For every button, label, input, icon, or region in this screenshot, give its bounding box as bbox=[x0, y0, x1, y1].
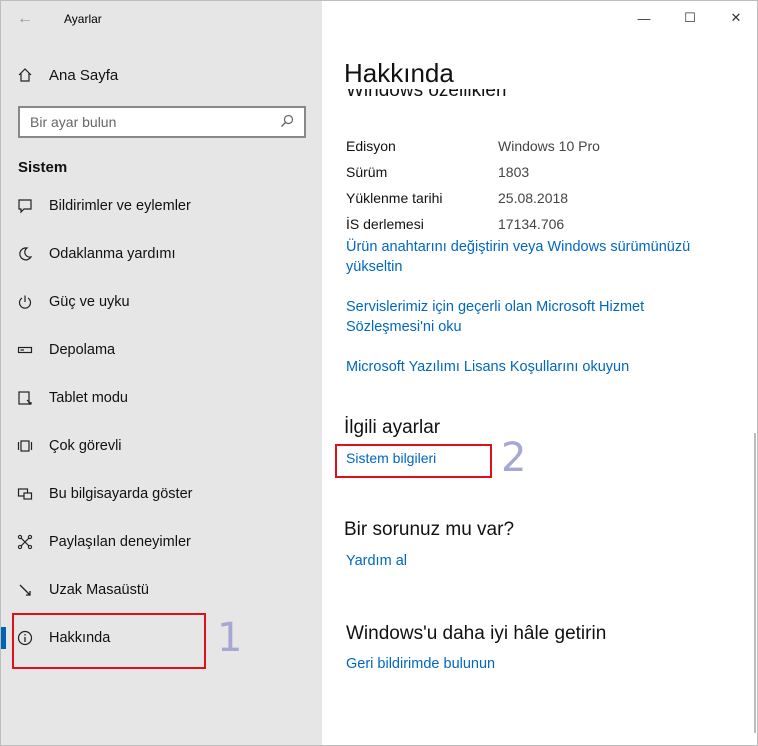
sidebar-item-power[interactable]: Güç ve uyku bbox=[1, 278, 322, 326]
title-bar: ← Ayarlar bbox=[1, 1, 322, 37]
close-icon: ✕ bbox=[730, 10, 742, 25]
sidebar-item-focus-assist[interactable]: Odaklanma yardımı bbox=[1, 230, 322, 278]
nav-list: Bildirimler ve eylemler Odaklanma yardım… bbox=[1, 182, 322, 662]
spec-key: Edisyon bbox=[346, 138, 396, 154]
minimize-button[interactable]: — bbox=[621, 1, 667, 35]
sidebar-item-label: Paylaşılan deneyimler bbox=[49, 534, 191, 550]
share-icon bbox=[1, 534, 49, 550]
main-content: — ☐ ✕ Hakkında Windows özellikleri Edisy… bbox=[322, 1, 757, 745]
spec-key: Yüklenme tarihi bbox=[346, 190, 443, 206]
search-icon bbox=[280, 114, 294, 131]
windows-specs-heading: Windows özellikleri bbox=[346, 89, 746, 109]
spec-row: Sürüm 1803 bbox=[346, 159, 600, 185]
section-title: Sistem bbox=[18, 159, 68, 176]
related-settings-heading: İlgili ayarlar bbox=[344, 417, 441, 438]
give-feedback-link[interactable]: Geri bildirimde bulunun bbox=[346, 654, 495, 674]
sidebar-item-label: Güç ve uyku bbox=[49, 294, 130, 310]
spec-value: Windows 10 Pro bbox=[498, 138, 600, 154]
sidebar-item-shared-experiences[interactable]: Paylaşılan deneyimler bbox=[1, 518, 322, 566]
get-help-link[interactable]: Yardım al bbox=[346, 551, 407, 571]
highlight-box-system-info bbox=[335, 444, 492, 478]
sidebar-item-label: Çok görevli bbox=[49, 438, 122, 454]
sidebar-item-remote-desktop[interactable]: Uzak Masaüstü bbox=[1, 566, 322, 614]
spec-row: İS derlemesi 17134.706 bbox=[346, 211, 600, 237]
spec-value: 1803 bbox=[498, 164, 530, 180]
spec-key: İS derlemesi bbox=[346, 216, 424, 232]
home-icon bbox=[1, 67, 49, 83]
annotation-number-2: 2 bbox=[501, 435, 527, 481]
sidebar-item-label: Odaklanma yardımı bbox=[49, 246, 176, 262]
moon-icon bbox=[1, 246, 49, 262]
search-input[interactable]: Bir ayar bulun bbox=[18, 106, 306, 138]
settings-window: ← Ayarlar Ana Sayfa Bir ayar bulun Siste… bbox=[0, 0, 758, 746]
sidebar-item-label: Tablet modu bbox=[49, 390, 128, 406]
spec-row: Yüklenme tarihi 25.08.2018 bbox=[346, 185, 600, 211]
link-line: Servislerimiz için geçerli olan Microsof… bbox=[346, 299, 645, 315]
app-title: Ayarlar bbox=[64, 12, 102, 26]
storage-icon bbox=[1, 342, 49, 358]
search-placeholder: Bir ayar bulun bbox=[30, 114, 117, 130]
close-button[interactable]: ✕ bbox=[713, 1, 757, 35]
spec-value: 25.08.2018 bbox=[498, 190, 569, 206]
spec-row: Edisyon Windows 10 Pro bbox=[346, 133, 600, 159]
sidebar: ← Ayarlar Ana Sayfa Bir ayar bulun Siste… bbox=[1, 1, 322, 745]
question-heading: Bir sorunuz mu var? bbox=[344, 519, 515, 540]
annotation-number-1: 1 bbox=[217, 615, 243, 661]
remote-desktop-icon bbox=[1, 582, 49, 598]
link-line: Ürün anahtarını değiştirin veya Windows … bbox=[346, 239, 691, 255]
sidebar-item-multitasking[interactable]: Çok görevli bbox=[1, 422, 322, 470]
sidebar-item-projecting[interactable]: Bu bilgisayarda göster bbox=[1, 470, 322, 518]
project-icon bbox=[1, 486, 49, 502]
sidebar-item-storage[interactable]: Depolama bbox=[1, 326, 322, 374]
highlight-box-about bbox=[12, 613, 206, 669]
improve-windows-heading: Windows'u daha iyi hâle getirin bbox=[346, 623, 607, 644]
minimize-icon: — bbox=[637, 10, 651, 26]
multitask-icon bbox=[1, 438, 49, 454]
sidebar-item-notifications[interactable]: Bildirimler ve eylemler bbox=[1, 182, 322, 230]
services-agreement-link[interactable]: Servislerimiz için geçerli olan Microsof… bbox=[346, 297, 644, 337]
tablet-icon bbox=[1, 390, 49, 406]
sidebar-item-label: Bildirimler ve eylemler bbox=[49, 198, 191, 214]
back-arrow-icon: ← bbox=[17, 10, 33, 27]
home-label: Ana Sayfa bbox=[49, 66, 119, 84]
sidebar-item-label: Uzak Masaüstü bbox=[49, 582, 149, 598]
sidebar-item-label: Bu bilgisayarda göster bbox=[49, 486, 193, 502]
home-nav-item[interactable]: Ana Sayfa bbox=[1, 57, 322, 93]
spec-key: Sürüm bbox=[346, 164, 388, 180]
window-controls: — ☐ ✕ bbox=[621, 1, 757, 35]
back-button[interactable]: ← bbox=[1, 1, 49, 37]
page-title: Hakkında bbox=[344, 58, 454, 88]
notification-icon bbox=[1, 198, 49, 214]
license-terms-link[interactable]: Microsoft Yazılımı Lisans Koşullarını ok… bbox=[346, 357, 629, 377]
link-line: Sözleşmesi'ni oku bbox=[346, 319, 462, 335]
sidebar-item-tablet-mode[interactable]: Tablet modu bbox=[1, 374, 322, 422]
change-product-key-link[interactable]: Ürün anahtarını değiştirin veya Windows … bbox=[346, 237, 690, 277]
scrollbar-thumb[interactable] bbox=[754, 433, 756, 733]
power-icon bbox=[1, 294, 49, 310]
link-line: yükseltin bbox=[346, 259, 403, 275]
maximize-icon: ☐ bbox=[684, 10, 696, 25]
windows-specs-table: Edisyon Windows 10 Pro Sürüm 1803 Yüklen… bbox=[346, 133, 600, 237]
windows-specs-heading-text: Windows özellikleri bbox=[346, 89, 507, 101]
maximize-button[interactable]: ☐ bbox=[667, 1, 713, 35]
spec-value: 17134.706 bbox=[498, 216, 565, 232]
sidebar-item-label: Depolama bbox=[49, 342, 116, 358]
